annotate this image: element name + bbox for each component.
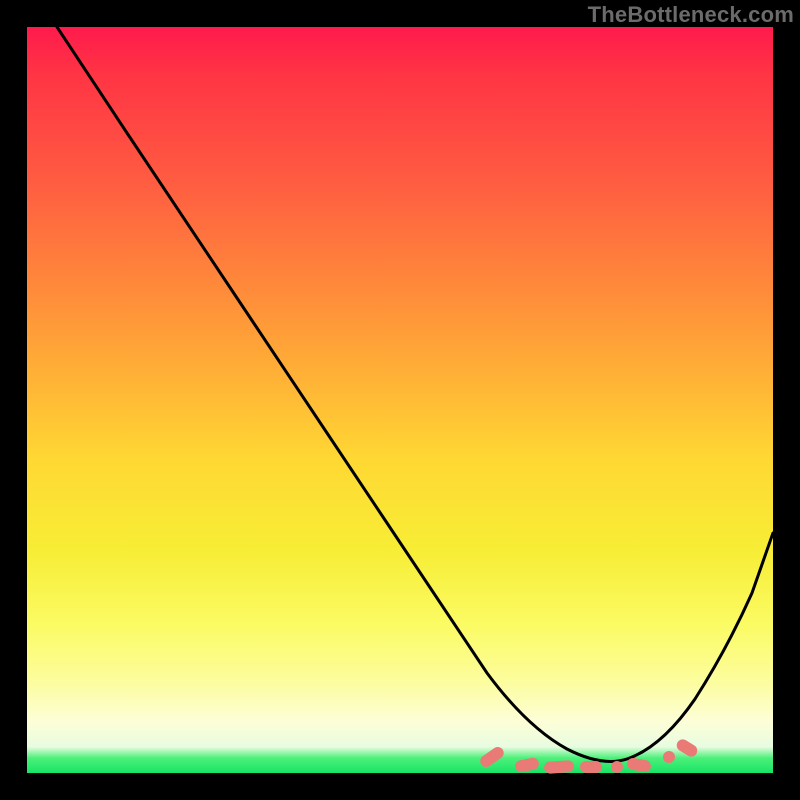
watermark-text: TheBottleneck.com — [588, 2, 794, 28]
marker-7 — [663, 751, 675, 763]
marker-4 — [580, 761, 602, 773]
curve-svg — [27, 27, 773, 773]
chart-frame: TheBottleneck.com — [0, 0, 800, 800]
marker-5 — [611, 761, 623, 773]
bottleneck-curve — [57, 27, 773, 761]
plot-area — [27, 27, 773, 773]
marker-3 — [544, 760, 575, 774]
